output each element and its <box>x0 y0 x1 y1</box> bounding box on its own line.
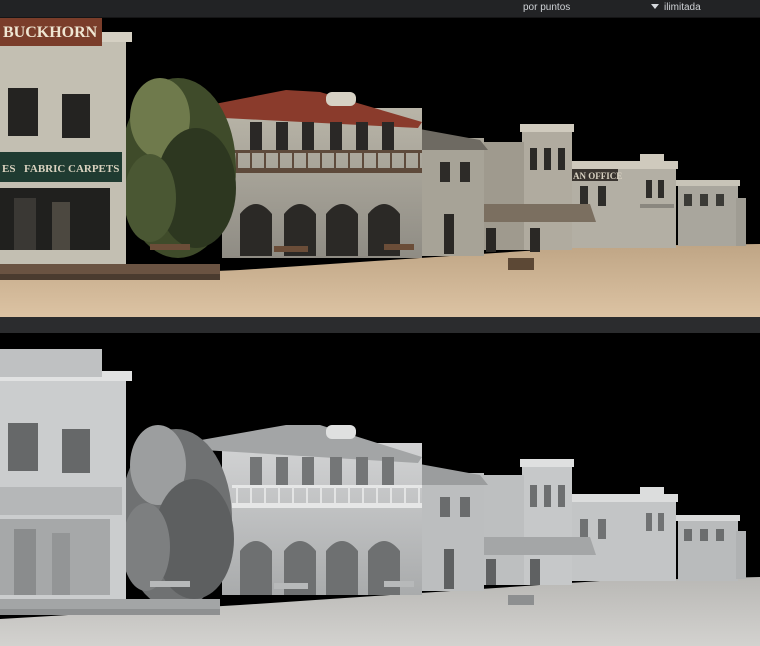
buckhorn-building: BUCKHORN ES FABRIC CARPETS <box>0 18 132 278</box>
view-separator <box>0 317 760 333</box>
tree-textured <box>120 78 236 258</box>
clay-buckhorn-building <box>0 349 132 605</box>
limit-dropdown[interactable]: ilimitada <box>651 2 701 13</box>
sign-carpets: CARPETS <box>68 163 119 175</box>
sampling-mode-label[interactable]: por puntos <box>523 2 570 13</box>
render-clay-view <box>0 333 760 646</box>
sign-land-office: AN OFFICE <box>573 171 622 181</box>
render-textured-view: AN OFFICE BUCKHORN ES FABRIC CARPETS <box>0 18 760 317</box>
textured-town-scene: AN OFFICE BUCKHORN ES FABRIC CARPETS <box>0 18 760 317</box>
clay-office-building <box>568 487 678 581</box>
clay-town-scene <box>0 333 760 646</box>
far-building-right <box>676 180 746 246</box>
sign-buckhorn: BUCKHORN <box>3 24 98 41</box>
sign-fabric: FABRIC <box>24 163 65 175</box>
land-office-building: AN OFFICE <box>568 154 678 248</box>
limit-dropdown-label: ilimitada <box>664 2 701 13</box>
clay-far-building-right <box>676 515 746 581</box>
dropdown-caret-icon <box>651 4 659 9</box>
sign-es: ES <box>2 163 15 175</box>
viewport-toolbar: por puntos ilimitada <box>0 0 760 18</box>
